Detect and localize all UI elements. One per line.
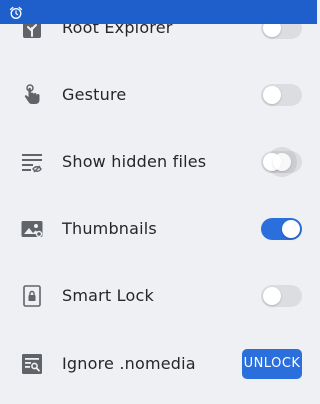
smart-lock-toggle[interactable] [261,285,302,307]
setting-label: Smart Lock [62,286,154,305]
lock-icon [20,284,44,308]
settings-list: Root Explorer Gesture Show hidden files … [0,0,317,404]
toggle-knob [263,86,281,104]
thumbnails-toggle[interactable] [261,218,302,240]
setting-label: Thumbnails [62,219,157,238]
setting-row-show-hidden-files[interactable]: Show hidden files [0,137,317,187]
toggle-knob [282,220,300,238]
gesture-toggle[interactable] [261,84,302,106]
thumbnails-icon [20,217,44,241]
setting-row-ignore-nomedia[interactable]: Ignore .nomedia UNLOCK [0,339,317,389]
alarm-icon [9,5,23,19]
show-hidden-files-toggle[interactable] [261,147,302,177]
status-bar [0,0,317,24]
setting-label: Ignore .nomedia [62,354,196,373]
setting-row-gesture[interactable]: Gesture [0,70,317,120]
setting-row-smart-lock[interactable]: Smart Lock [0,271,317,321]
hidden-files-icon [20,150,44,174]
toggle-knob [263,287,281,305]
toggle-knob-moving [273,153,291,171]
unlock-button[interactable]: UNLOCK [242,349,302,379]
nomedia-search-icon [20,352,44,376]
gesture-hand-icon [20,83,44,107]
setting-label: Gesture [62,85,127,104]
setting-row-thumbnails[interactable]: Thumbnails [0,204,317,254]
setting-label: Show hidden files [62,152,207,171]
